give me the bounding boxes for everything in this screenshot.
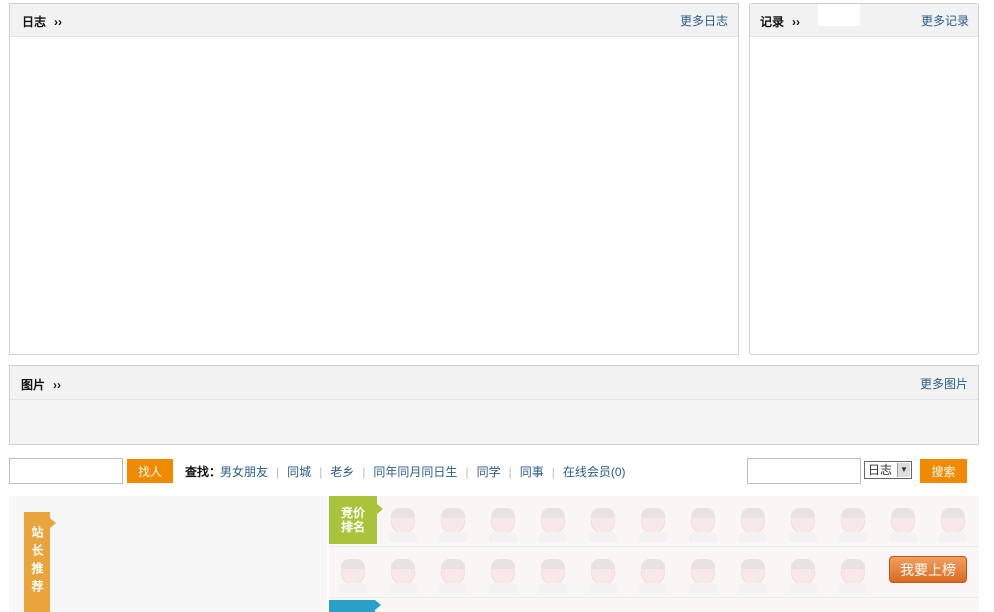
placeholder-avatar-icon	[635, 500, 669, 542]
find-link-friends[interactable]: 男女朋友	[220, 465, 268, 479]
photo-panel-header: 图片 ›› 更多图片	[10, 366, 978, 400]
blank-tab	[818, 4, 860, 26]
placeholder-avatar-icon	[435, 500, 469, 542]
placeholder-avatar-icon	[485, 551, 519, 593]
photo-panel: 图片 ›› 更多图片	[9, 365, 979, 445]
placeholder-avatar-icon	[585, 551, 619, 593]
more-photo-link[interactable]: 更多图片	[920, 375, 968, 392]
ranking-tag-label: 竞价排名	[340, 506, 365, 534]
placeholder-avatar-icon	[435, 551, 469, 593]
placeholder-avatar-icon	[885, 500, 919, 542]
record-panel-title[interactable]: 记录 ››	[760, 13, 800, 30]
find-links: 男女朋友 | 同城 | 老乡 | 同年同月同日生 | 同学 | 同事 | 在线会员(0)	[220, 463, 626, 480]
divider: |	[276, 465, 280, 479]
recommend-badge: 站长推荐	[24, 512, 56, 612]
find-link-hometown[interactable]: 老乡	[330, 465, 354, 479]
record-panel: 记录 ›› 更多记录	[749, 3, 979, 355]
placeholder-avatar-icon	[635, 551, 669, 593]
placeholder-avatar-icon	[385, 500, 419, 542]
placeholder-avatar-icon	[835, 551, 869, 593]
ranking-area: 竞价排名	[329, 496, 979, 612]
divider: |	[362, 465, 366, 479]
divider: |	[508, 465, 512, 479]
placeholder-avatar-icon	[935, 500, 969, 542]
search-row: 找人 查找： 男女朋友 | 同城 | 老乡 | 同年同月同日生 | 同学 | 同事 | 在线会员(0) …	[9, 458, 969, 484]
placeholder-avatar-icon	[685, 500, 719, 542]
placeholder-avatar-icon	[785, 500, 819, 542]
find-link-online-members[interactable]: 在线会员(0)	[563, 465, 626, 479]
placeholder-avatar-icon	[785, 551, 819, 593]
placeholder-avatar-icon	[585, 500, 619, 542]
placeholder-avatar-icon	[735, 500, 769, 542]
blog-panel-title[interactable]: 日志 ››	[22, 13, 62, 30]
recommend-area	[9, 496, 327, 612]
placeholder-avatar-icon	[535, 500, 569, 542]
record-panel-header: 记录 ›› 更多记录	[750, 4, 978, 37]
chevron-right-icon: ››	[53, 378, 62, 392]
blog-panel-header: 日志 ›› 更多日志	[10, 4, 738, 37]
ranking-row	[329, 496, 979, 547]
blog-panel: 日志 ›› 更多日志	[9, 3, 739, 355]
more-blog-link[interactable]: 更多日志	[680, 12, 728, 29]
site-search-input[interactable]	[747, 458, 861, 484]
ranking-row	[329, 547, 979, 598]
placeholder-avatar-icon	[535, 551, 569, 593]
placeholder-avatar-icon	[685, 551, 719, 593]
placeholder-avatar-icon	[835, 500, 869, 542]
more-record-link[interactable]: 更多记录	[921, 12, 969, 29]
find-people-button[interactable]: 找人	[127, 459, 173, 483]
find-link-classmates[interactable]: 同学	[477, 465, 501, 479]
placeholder-avatar-icon	[485, 500, 519, 542]
chevron-right-icon: ››	[792, 15, 801, 29]
search-type-select[interactable]: 日志 ▼	[864, 461, 912, 479]
people-search-input[interactable]	[9, 458, 123, 484]
join-ranking-button[interactable]: 我要上榜	[889, 556, 967, 583]
ranking-tag: 竞价排名	[329, 496, 383, 544]
placeholder-avatar-icon	[735, 551, 769, 593]
site-search-button[interactable]: 搜索	[920, 459, 967, 483]
find-link-colleagues[interactable]: 同事	[520, 465, 544, 479]
search-type-value: 日志	[868, 463, 893, 477]
placeholder-avatar-icon	[335, 551, 369, 593]
dropdown-arrow-icon: ▼	[897, 463, 910, 477]
divider: |	[465, 465, 469, 479]
chevron-right-icon: ››	[54, 15, 63, 29]
divider: |	[551, 465, 555, 479]
ranking-tag-secondary	[329, 600, 381, 612]
divider: |	[319, 465, 323, 479]
find-link-same-birthday[interactable]: 同年同月同日生	[373, 465, 457, 479]
photo-panel-title[interactable]: 图片 ››	[21, 376, 61, 393]
find-link-same-city[interactable]: 同城	[287, 465, 311, 479]
find-label: 查找：	[185, 465, 222, 479]
placeholder-avatar-icon	[385, 551, 419, 593]
